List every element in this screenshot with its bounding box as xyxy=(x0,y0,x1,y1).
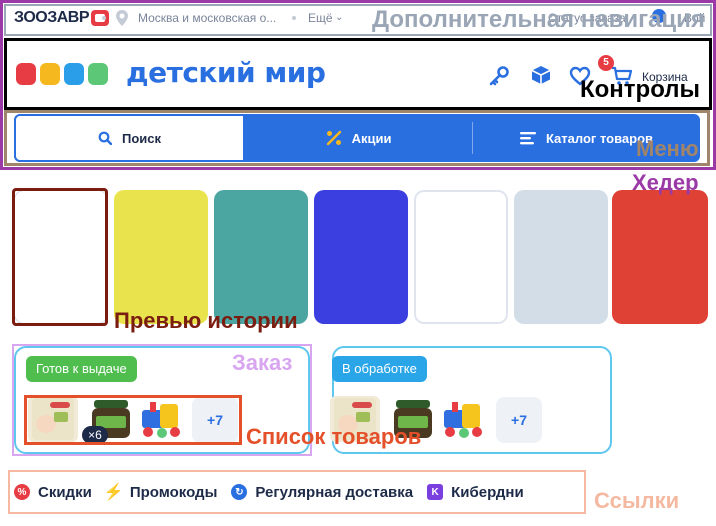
product-thumbnail-diapers xyxy=(330,396,380,442)
annotation-label-links: Ссылки xyxy=(594,488,680,513)
location-selector[interactable]: Москва и московская о... xyxy=(138,11,284,25)
link-discounts[interactable]: % Скидки xyxy=(14,484,92,501)
link-label: Кибердни xyxy=(451,483,524,501)
menu-item-label: Каталог товаров xyxy=(545,130,654,146)
zoozavr-logo[interactable]: ЗООЗАВР xyxy=(14,7,110,29)
more-products-count[interactable]: +7 xyxy=(192,397,238,443)
zoozavr-badge-icon xyxy=(91,10,110,26)
logo-square-yellow xyxy=(40,63,60,85)
location-pin-icon xyxy=(116,10,128,26)
box-icon[interactable] xyxy=(530,64,552,86)
separator-dot xyxy=(102,16,106,20)
cart-label[interactable]: Корзина xyxy=(642,70,688,84)
logo-square-blue xyxy=(64,63,84,85)
user-icon[interactable] xyxy=(652,9,666,23)
link-promocodes[interactable]: ⚡ Промокоды xyxy=(103,483,218,502)
logo-square-red xyxy=(16,63,36,85)
search-icon xyxy=(98,131,112,145)
story-preview-1[interactable] xyxy=(14,190,108,324)
cart-count-badge: 5 xyxy=(598,55,614,71)
menu-item-promotions[interactable]: Акции xyxy=(245,114,472,162)
cyber-icon: K xyxy=(427,484,444,500)
zoozavr-brand-text: ЗООЗАВР xyxy=(14,9,90,26)
menu-item-label: Поиск xyxy=(121,130,161,146)
link-cyberdays[interactable]: K Кибердни xyxy=(427,484,524,501)
story-preview-6[interactable] xyxy=(514,190,608,324)
brand-logo-squares[interactable] xyxy=(16,63,108,85)
main-menu: Поиск Акции Каталог товаров xyxy=(14,114,700,162)
order-status-link[interactable]: Статус заказа xyxy=(548,11,626,25)
logo-square-green xyxy=(88,63,108,85)
product-thumbnail-diapers xyxy=(28,396,78,442)
separator-dot xyxy=(292,16,296,20)
percent-circle-icon: % xyxy=(14,484,30,500)
menu-icon xyxy=(519,132,536,145)
chevron-down-icon: ⌄ xyxy=(335,12,344,23)
percent-icon xyxy=(326,130,341,146)
cart-icon[interactable] xyxy=(611,66,633,86)
product-thumbnail-toy-train xyxy=(136,396,186,442)
menu-item-catalog[interactable]: Каталог товаров xyxy=(473,114,700,162)
link-regular-delivery[interactable]: ↻ Регулярная доставка xyxy=(231,484,413,501)
story-preview-4[interactable] xyxy=(314,190,408,324)
menu-item-label: Акции xyxy=(351,130,392,146)
lightning-icon: ⚡ xyxy=(103,484,124,501)
status-badge: Готов к выдаче xyxy=(26,356,137,382)
more-menu-button[interactable]: Ещё xyxy=(308,11,333,25)
refresh-icon: ↻ xyxy=(231,484,248,500)
story-preview-3[interactable] xyxy=(214,190,308,324)
menu-item-search[interactable]: Поиск xyxy=(14,114,245,162)
quick-links: % Скидки ⚡ Промокоды ↻ Регулярная достав… xyxy=(14,476,524,508)
product-thumbnail-puree-jar xyxy=(388,396,438,442)
link-label: Регулярная доставка xyxy=(255,483,414,501)
link-label: Скидки xyxy=(38,483,92,501)
story-preview-5[interactable] xyxy=(414,190,508,324)
status-badge: В обработке xyxy=(332,356,427,382)
link-label: Промокоды xyxy=(129,483,218,501)
story-preview-7[interactable] xyxy=(612,190,708,324)
brand-name[interactable]: детский мир xyxy=(126,56,326,89)
quantity-badge: ×6 xyxy=(82,426,108,444)
heart-icon[interactable] xyxy=(569,66,591,86)
product-thumbnail-toy-train xyxy=(438,396,488,442)
key-icon[interactable] xyxy=(488,66,510,86)
more-products-count[interactable]: +7 xyxy=(496,397,542,443)
annotation-box-controls xyxy=(4,38,712,110)
login-link[interactable]: Вой xyxy=(684,11,705,25)
story-preview-2[interactable] xyxy=(114,190,208,324)
